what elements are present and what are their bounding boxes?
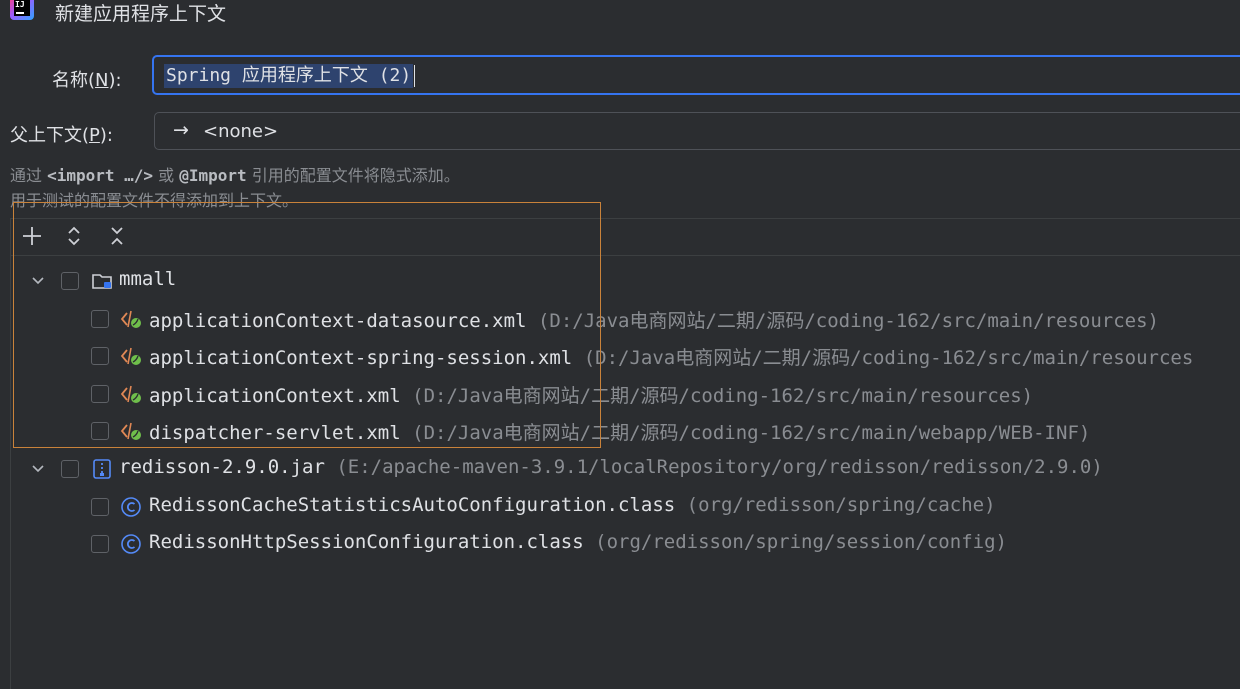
tree-item-name: applicationContext-spring-session.xml: [149, 347, 573, 369]
collapse-all-icon[interactable]: [105, 224, 129, 248]
tree-item-path: (org/redisson/spring/cache): [686, 494, 996, 516]
checkbox[interactable]: [91, 310, 109, 328]
tree-row[interactable]: applicationContext-datasource.xml (D:/Ja…: [0, 304, 1240, 334]
spring-xml-icon: [120, 383, 142, 405]
checkbox[interactable]: [91, 347, 109, 365]
checkbox[interactable]: [61, 272, 79, 290]
tree-item-name: applicationContext-datasource.xml: [149, 310, 527, 332]
tree-item-path: (D:/Java电商网站/二期/源码/coding-162/src/main/w…: [412, 422, 1091, 444]
text-caret: [414, 65, 415, 87]
expand-all-icon[interactable]: [62, 224, 86, 248]
spring-xml-icon: [120, 308, 142, 330]
tree-item-path: (D:/Java电商网站/二期/源码/coding-162/src/main/r…: [412, 385, 1034, 407]
tree-item-name: RedissonCacheStatisticsAutoConfiguration…: [149, 494, 676, 516]
jar-icon: [91, 458, 113, 480]
tree-row[interactable]: dispatcher-servlet.xml (D:/Java电商网站/二期/源…: [0, 416, 1240, 446]
dialog-title: 新建应用程序上下文: [55, 3, 227, 25]
class-icon: [120, 496, 142, 518]
arrow-right-icon: →: [173, 119, 189, 141]
tree-item-path: (E:/apache-maven-3.9.1/localRepository/o…: [336, 456, 1103, 478]
tree-item-path: (D:/Java电商网站/二期/源码/coding-162/src/main/r…: [583, 347, 1194, 369]
tree-row[interactable]: RedissonHttpSessionConfiguration.class (…: [0, 529, 1240, 559]
chevron-down-icon[interactable]: [30, 456, 46, 486]
class-icon: [120, 533, 142, 555]
title-bar: IJ 新建应用程序上下文: [0, 0, 1240, 25]
tree-row[interactable]: mmall: [0, 266, 1240, 296]
hint-test-configs: 用于测试的配置文件不得添加到上下文。: [10, 191, 299, 210]
tree-item-name: mmall: [119, 268, 177, 290]
spring-xml-icon: [120, 420, 142, 442]
checkbox[interactable]: [91, 498, 109, 516]
tree-row[interactable]: redisson-2.9.0.jar (E:/apache-maven-3.9.…: [0, 454, 1240, 484]
plus-icon[interactable]: [20, 224, 44, 248]
tree-row[interactable]: RedissonCacheStatisticsAutoConfiguration…: [0, 492, 1240, 522]
parent-context-label: 父上下文(P):: [10, 125, 113, 146]
name-input-value: Spring 应用程序上下文 (2): [164, 64, 414, 88]
tree-row[interactable]: applicationContext-spring-session.xml (D…: [0, 341, 1240, 371]
checkbox[interactable]: [91, 422, 109, 440]
tree-item-path: (D:/Java电商网站/二期/源码/coding-162/src/main/r…: [537, 310, 1159, 332]
intellij-app-icon: IJ: [10, 0, 34, 20]
name-label: 名称(N):: [52, 70, 122, 91]
tree-item-name: RedissonHttpSessionConfiguration.class: [149, 531, 584, 553]
checkbox[interactable]: [91, 385, 109, 403]
tree-row[interactable]: applicationContext.xml (D:/Java电商网站/二期/源…: [0, 379, 1240, 409]
name-input[interactable]: Spring 应用程序上下文 (2): [152, 55, 1240, 95]
tree-item-name: applicationContext.xml: [149, 385, 401, 407]
checkbox[interactable]: [61, 460, 79, 478]
parent-context-value: <none>: [203, 121, 279, 142]
spring-xml-icon: [120, 345, 142, 367]
hint-implicit-imports: 通过 <import …/> 或 @Import 引用的配置文件将隐式添加。: [10, 166, 460, 185]
chevron-down-icon[interactable]: [30, 268, 46, 298]
checkbox[interactable]: [91, 535, 109, 553]
tree-item-name: dispatcher-servlet.xml: [149, 422, 401, 444]
tree-item-path: (org/redisson/spring/session/config): [595, 531, 1007, 553]
toolbar-divider: [10, 255, 1240, 256]
tree-item-name: redisson-2.9.0.jar: [119, 456, 325, 478]
folder-icon: [91, 270, 113, 292]
parent-context-select[interactable]: → <none>: [154, 112, 1240, 150]
